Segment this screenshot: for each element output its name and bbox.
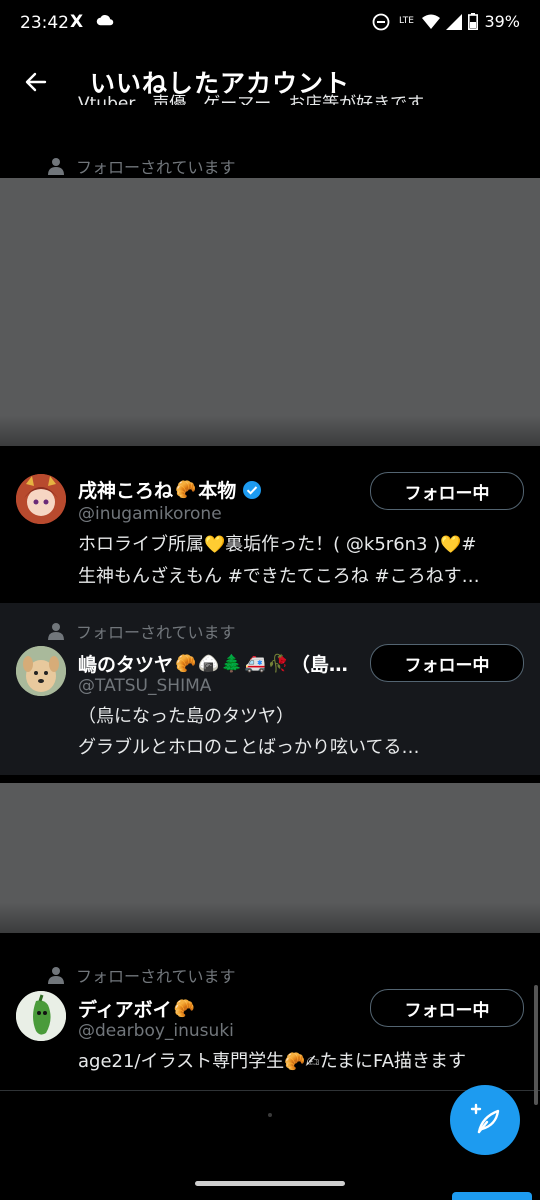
dog-avatar-icon: [16, 646, 66, 696]
partial-bio-text: Vtuber、声優、ゲーマー、お店等が好きです…: [78, 94, 442, 105]
gesture-nav-bar[interactable]: [195, 1181, 345, 1186]
bio-text: #: [461, 534, 477, 555]
social-context-text: フォローされています: [76, 967, 236, 986]
user-bio: age21/イラスト専門学生🥐✍たまにFA描きます: [78, 1046, 466, 1078]
avatar[interactable]: [16, 474, 66, 524]
user-handle: @TATSU_SHIMA: [78, 676, 212, 696]
scrollbar[interactable]: [534, 985, 538, 1105]
user-name-suffix: （島…: [290, 654, 348, 676]
bio-text: 生神もんざえもん #できたてころね #ころねす…: [78, 566, 480, 587]
bio-text: たまにFA描きます: [319, 1051, 467, 1072]
pepper-avatar-icon: [16, 991, 66, 1041]
user-handle: @dearboy_inusuki: [78, 1021, 234, 1041]
status-icons: LTE 39%: [372, 12, 520, 31]
user-name-text: 嶋のタツヤ: [78, 654, 174, 676]
bio-text: （鳥になった島のタツヤ）: [78, 706, 294, 727]
user-cell[interactable]: ディアボイ 🥐 @dearboy_inusuki フォロー中 age21/イラス…: [0, 985, 540, 1090]
yellow-heart-icon: 💛: [440, 535, 462, 555]
yellow-heart-icon: 💛: [204, 535, 226, 555]
onigiri-icon: 🍙: [198, 653, 220, 674]
user-name-text: 戌神ころね: [78, 480, 174, 502]
user-name[interactable]: 戌神ころね 🥐 本物: [78, 476, 262, 503]
wilted-flower-icon: 🥀: [267, 653, 289, 674]
bio-text: age21/イラスト専門学生: [78, 1051, 285, 1072]
signal-icon: [446, 13, 463, 30]
user-bio: ホロライブ所属💛裏垢作った！( @k5r6n3 )💛# 生神もんざえもん #でき…: [78, 529, 480, 592]
media-shade: [0, 416, 540, 446]
media-placeholder: [0, 783, 540, 933]
media-shade: [0, 903, 540, 933]
avatar[interactable]: [16, 991, 66, 1041]
cloud-icon: [96, 15, 114, 26]
person-icon: [48, 623, 64, 640]
evergreen-tree-icon: 🌲: [221, 653, 243, 674]
following-button[interactable]: フォロー中: [370, 644, 524, 682]
dnd-icon: [373, 13, 390, 30]
lte-icon: LTE: [398, 16, 414, 26]
croissant-icon: 🥐: [173, 998, 195, 1019]
arrow-left-icon: [25, 72, 47, 92]
x-logo-icon: X: [70, 12, 84, 32]
social-context-text: フォローされています: [76, 158, 236, 177]
nav-highlight: [452, 1192, 532, 1200]
user-name[interactable]: 嶋のタツヤ 🥐 🍙 🌲 🚑 🥀 （島…: [78, 650, 348, 677]
status-bar: 23:42 X LTE 39%: [0, 0, 540, 48]
divider: [0, 1090, 540, 1091]
battery-percent: 39%: [484, 12, 520, 31]
following-button[interactable]: フォロー中: [370, 989, 524, 1027]
person-icon: [48, 967, 64, 984]
loading-dot: [268, 1113, 272, 1117]
user-name-text: ディアボイ: [78, 999, 172, 1021]
top-app-bar: いいねしたアカウント: [0, 48, 540, 116]
social-context: フォローされています: [48, 963, 236, 987]
social-context: フォローされています: [48, 154, 236, 178]
user-cell[interactable]: 嶋のタツヤ 🥐 🍙 🌲 🚑 🥀 （島… @TATSU_SHIMA フォロー中 （…: [0, 640, 540, 772]
croissant-icon: 🥐: [175, 479, 197, 500]
battery-icon: [468, 13, 479, 30]
compose-button[interactable]: [450, 1085, 520, 1155]
verified-badge-icon: [243, 480, 262, 499]
bio-text: グラブルとホロのことばっかり呟いてる…: [78, 737, 420, 758]
wifi-icon: [422, 14, 441, 29]
avatar[interactable]: [16, 646, 66, 696]
user-name[interactable]: ディアボイ 🥐: [78, 995, 195, 1022]
user-handle: @inugamikorone: [78, 504, 222, 524]
status-time: 23:42: [20, 13, 69, 33]
writing-hand-icon: ✍: [305, 1052, 320, 1072]
person-icon: [48, 158, 64, 175]
croissant-icon: 🥐: [284, 1052, 306, 1072]
back-button[interactable]: [16, 62, 56, 102]
bio-text: ホロライブ所属: [78, 534, 204, 555]
user-bio: （鳥になった島のタツヤ） グラブルとホロのことばっかり呟いてる…: [78, 701, 419, 763]
user-name-suffix: 本物: [198, 480, 237, 502]
croissant-icon: 🥐: [175, 653, 197, 674]
user-cell[interactable]: 戌神ころね 🥐 本物 @inugamikorone フォロー中 ホロライブ所属💛…: [0, 452, 540, 600]
avatar-image-icon: [16, 474, 66, 524]
ambulance-icon: 🚑: [244, 653, 266, 674]
media-placeholder: [0, 178, 540, 446]
following-button[interactable]: フォロー中: [370, 472, 524, 510]
bio-text: 裏垢作った！( @k5r6n3 ): [225, 534, 441, 555]
feather-plus-icon: [470, 1103, 500, 1134]
